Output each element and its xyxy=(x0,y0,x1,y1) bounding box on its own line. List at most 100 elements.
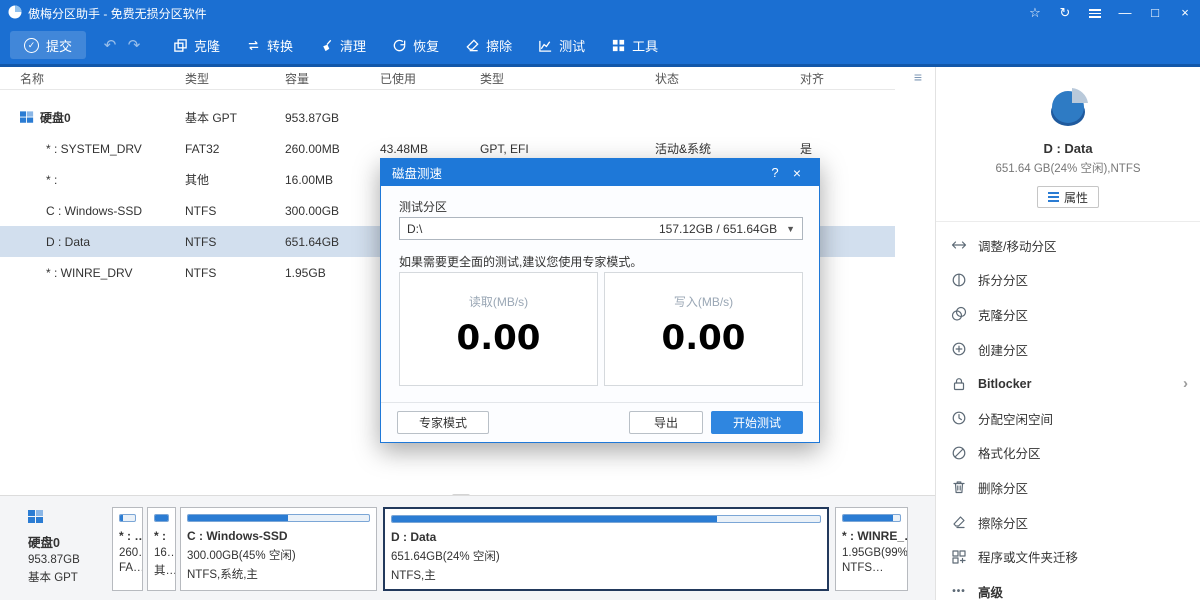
sidebar-action-bitlocker[interactable]: Bitlocker › xyxy=(936,366,1200,401)
start-test-button[interactable]: 开始测试 xyxy=(711,411,803,434)
dialog-close-icon[interactable]: × xyxy=(786,165,808,181)
undo-icon[interactable]: ↶ xyxy=(98,36,122,54)
toolbar-item-recover[interactable]: 恢复 xyxy=(379,26,452,64)
write-speed-panel: 写入(MB/s) 0.00 xyxy=(604,272,803,386)
convert-icon xyxy=(246,38,261,53)
export-button[interactable]: 导出 xyxy=(629,411,703,434)
close-button[interactable]: × xyxy=(1170,0,1200,26)
partition-block-reserved[interactable]: * : 16… 其… xyxy=(147,507,176,591)
partition-select[interactable]: D:\ 157.12GB / 651.64GB ▼ xyxy=(399,217,803,240)
toolbar-item-convert[interactable]: 转换 xyxy=(233,26,306,64)
eraser-icon xyxy=(951,514,967,530)
toolbar-item-erase[interactable]: 擦除 xyxy=(452,26,525,64)
dialog-body: 测试分区 D:\ 157.12GB / 651.64GB ▼ 如果需要更全面的测… xyxy=(381,186,819,442)
sidebar-action-advanced[interactable]: ••• 高级 xyxy=(936,574,1200,600)
dialog-title: 磁盘测速 xyxy=(392,163,442,182)
toolbar-item-tools[interactable]: 工具 xyxy=(598,26,671,64)
partition-block-c-drive[interactable]: C : Windows-SSD 300.00GB(45% 空闲) NTFS,系统… xyxy=(180,507,377,591)
chevron-right-icon: › xyxy=(1183,375,1188,392)
sidebar-action-format[interactable]: 格式化分区 xyxy=(936,436,1200,471)
toolbar-item-test[interactable]: 测试 xyxy=(525,26,598,64)
more-icon: ••• xyxy=(951,586,967,597)
recover-icon xyxy=(392,38,407,53)
read-speed-label: 读取(MB/s) xyxy=(400,293,597,310)
toolbar-divider xyxy=(0,64,1200,67)
selected-partition-info: 651.64 GB(24% 空闲),NTFS xyxy=(936,160,1200,176)
maximize-button[interactable]: □ xyxy=(1140,0,1170,26)
column-fs-type[interactable]: 类型 xyxy=(480,70,655,87)
migrate-icon xyxy=(951,549,967,565)
sidebar-action-resize-move[interactable]: 调整/移动分区 xyxy=(936,228,1200,263)
sidebar: D : Data 651.64 GB(24% 空闲),NTFS 属性 调整/移动… xyxy=(935,67,1200,600)
dropdown-arrow-icon: ▼ xyxy=(786,224,795,234)
disk-icon xyxy=(20,111,34,124)
disk-size: 953.87GB xyxy=(28,554,108,566)
favorite-star-icon[interactable]: ☆ xyxy=(1020,0,1050,26)
disk-map-panel: 硬盘0 953.87GB 基本 GPT * : … 260… FA… * : 1… xyxy=(0,495,935,600)
write-speed-value: 0.00 xyxy=(605,318,802,358)
disk-info-block[interactable]: 硬盘0 953.87GB 基本 GPT xyxy=(10,496,108,600)
toolbar: ✓ 提交 ↶ ↷ 克隆 转换 清理 恢复 擦除 测试 工具 xyxy=(0,26,1200,64)
disk-type: 基本 GPT xyxy=(28,569,108,585)
partition-select-value: D:\ xyxy=(407,222,422,236)
expert-mode-button[interactable]: 专家模式 xyxy=(397,411,489,434)
sidebar-action-split[interactable]: 拆分分区 xyxy=(936,263,1200,298)
split-partition-icon xyxy=(951,272,967,288)
sidebar-action-delete[interactable]: 删除分区 xyxy=(936,470,1200,505)
check-icon: ✓ xyxy=(24,38,39,53)
disk-name: 硬盘0 xyxy=(28,532,108,551)
read-speed-value: 0.00 xyxy=(400,318,597,358)
partition-block-d-drive[interactable]: D : Data 651.64GB(24% 空闲) NTFS,主 xyxy=(383,507,829,591)
write-speed-label: 写入(MB/s) xyxy=(605,293,802,310)
column-capacity[interactable]: 容量 xyxy=(285,70,380,87)
sidebar-action-wipe[interactable]: 擦除分区 xyxy=(936,505,1200,540)
usage-bar xyxy=(187,514,370,522)
clock-icon xyxy=(951,410,967,426)
toolbar-item-clone[interactable]: 克隆 xyxy=(160,26,233,64)
sidebar-action-create[interactable]: 创建分区 xyxy=(936,332,1200,367)
usage-bar xyxy=(391,515,821,523)
partition-block-system[interactable]: * : … 260… FA… xyxy=(112,507,143,591)
partition-block-winre[interactable]: * : WINRE_… 1.95GB(99%… NTFS… xyxy=(835,507,908,591)
app-logo-icon xyxy=(8,5,22,22)
partition-select-size: 157.12GB / 651.64GB xyxy=(659,222,777,236)
refresh-icon[interactable]: ↻ xyxy=(1050,0,1080,26)
table-row-disk0[interactable]: 硬盘0 基本 GPT 953.87GB xyxy=(0,102,895,133)
disk-speed-test-dialog: 磁盘测速 ? × 测试分区 D:\ 157.12GB / 651.64GB ▼ … xyxy=(380,158,820,443)
menu-icon[interactable] xyxy=(1080,0,1110,26)
column-name[interactable]: 名称 xyxy=(20,70,185,87)
sidebar-actions: 调整/移动分区 拆分分区 克隆分区 创建分区 Bitlocker › 分配空闲空… xyxy=(936,222,1200,600)
test-partition-label: 测试分区 xyxy=(399,198,447,215)
column-used[interactable]: 已使用 xyxy=(380,70,480,87)
minimize-button[interactable]: — xyxy=(1110,0,1140,26)
sidebar-action-allocate-free-space[interactable]: 分配空闲空间 xyxy=(936,401,1200,436)
column-aligned[interactable]: 对齐 xyxy=(800,70,852,87)
lock-icon xyxy=(951,376,967,392)
partition-pie-icon xyxy=(1043,83,1093,131)
usage-bar xyxy=(154,514,169,522)
read-speed-panel: 读取(MB/s) 0.00 xyxy=(399,272,598,386)
tools-icon xyxy=(611,38,626,53)
sidebar-action-app-migration[interactable]: 程序或文件夹迁移 xyxy=(936,539,1200,574)
toolbar-items: 克隆 转换 清理 恢复 擦除 测试 工具 xyxy=(160,26,671,64)
dialog-titlebar: 磁盘测速 ? × xyxy=(381,159,819,186)
usage-bar xyxy=(119,514,136,522)
properties-icon xyxy=(1048,192,1059,202)
properties-button[interactable]: 属性 xyxy=(1037,186,1099,208)
test-icon xyxy=(538,38,553,53)
erase-icon xyxy=(465,38,480,53)
create-partition-icon xyxy=(951,341,967,357)
clean-icon xyxy=(319,38,334,53)
column-settings-icon[interactable]: ≡ xyxy=(914,69,922,85)
usage-bar xyxy=(842,514,901,522)
column-status[interactable]: 状态 xyxy=(655,70,800,87)
submit-button[interactable]: ✓ 提交 xyxy=(10,31,86,59)
dialog-footer: 专家模式 导出 开始测试 xyxy=(381,402,819,442)
toolbar-item-clean[interactable]: 清理 xyxy=(306,26,379,64)
clone-partition-icon xyxy=(951,306,967,322)
trash-icon xyxy=(951,479,967,495)
redo-icon[interactable]: ↷ xyxy=(122,36,146,54)
sidebar-action-clone[interactable]: 克隆分区 xyxy=(936,297,1200,332)
help-icon[interactable]: ? xyxy=(764,165,786,180)
column-type[interactable]: 类型 xyxy=(185,70,285,87)
